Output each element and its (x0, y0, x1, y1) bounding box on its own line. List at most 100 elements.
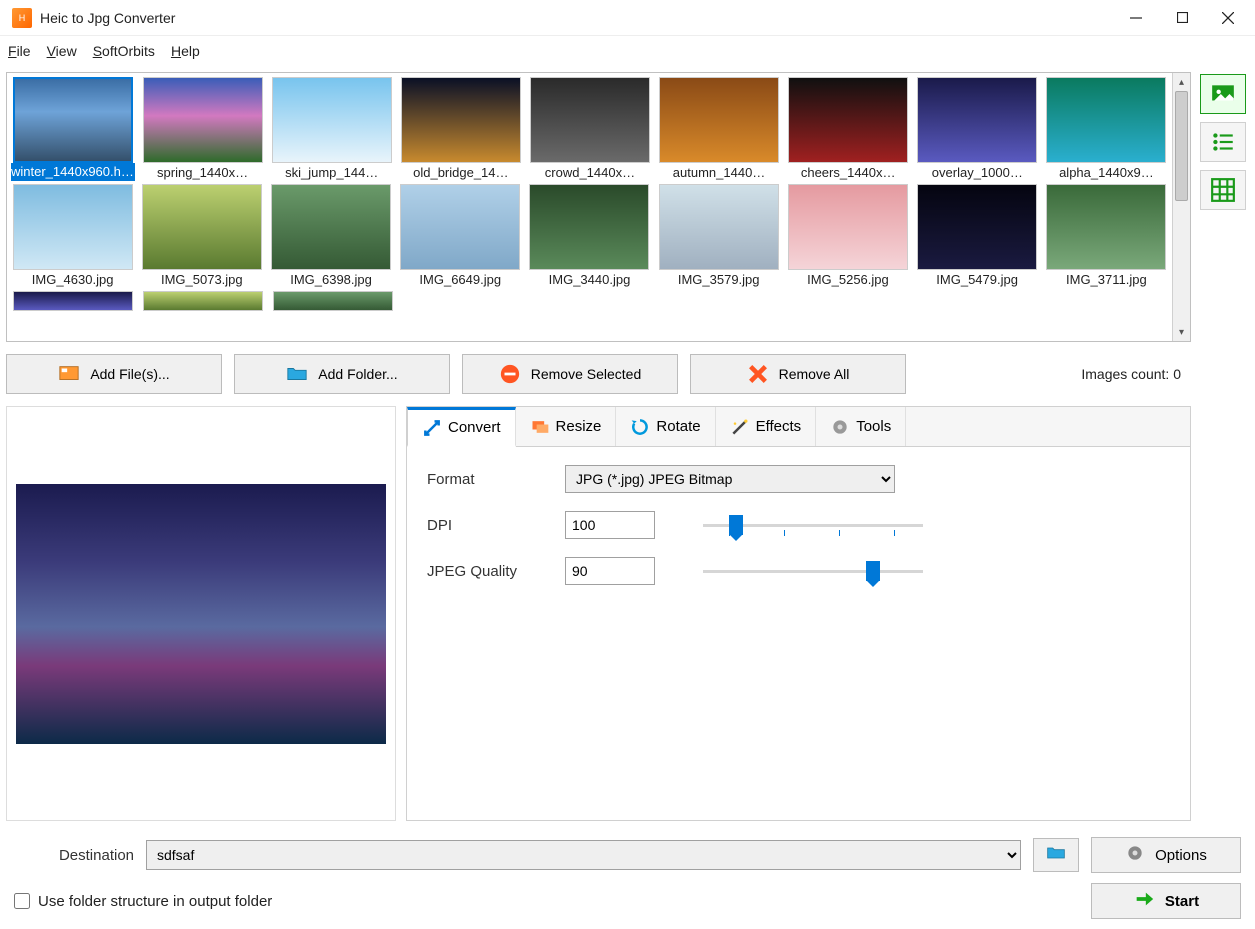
thumbnail-item[interactable]: overlay_1000… (916, 77, 1039, 182)
browse-destination-button[interactable] (1033, 838, 1079, 872)
thumbnail-image (272, 77, 392, 163)
destination-select[interactable]: sdfsaf (146, 840, 1021, 870)
view-list-button[interactable] (1200, 122, 1246, 162)
thumbnail-image (788, 77, 908, 163)
thumbnail-item[interactable] (11, 291, 135, 311)
add-files-icon (58, 363, 80, 385)
rotate-icon (630, 417, 650, 437)
thumbnail-image (142, 184, 262, 270)
thumbnail-label: winter_1440x960.heic (11, 163, 135, 181)
view-toolbar (1197, 72, 1249, 821)
thumbnail-label: ski_jump_144… (270, 163, 393, 182)
thumbnail-item[interactable] (271, 291, 395, 311)
use-folder-structure-label: Use folder structure in output folder (38, 893, 272, 910)
thumbnail-label: IMG_5256.jpg (786, 270, 909, 289)
add-folder-label: Add Folder... (318, 366, 397, 382)
minimize-button[interactable] (1113, 0, 1159, 36)
start-button[interactable]: Start (1091, 883, 1241, 919)
thumbnail-item[interactable]: alpha_1440x9… (1045, 77, 1168, 182)
tab-convert[interactable]: Convert (407, 407, 516, 447)
scrollbar-thumb[interactable] (1175, 91, 1188, 201)
quality-slider[interactable] (703, 559, 923, 583)
dpi-slider[interactable] (703, 513, 923, 537)
destination-label: Destination (14, 847, 134, 864)
remove-selected-label: Remove Selected (531, 366, 642, 382)
add-folder-button[interactable]: Add Folder... (234, 354, 450, 394)
dpi-input[interactable] (565, 511, 655, 539)
tab-tools[interactable]: Tools (816, 407, 906, 446)
thumbnail-item[interactable]: IMG_5073.jpg (140, 184, 263, 289)
app-icon: H (12, 8, 32, 28)
thumbnail-item[interactable]: IMG_3579.jpg (657, 184, 780, 289)
add-files-button[interactable]: Add File(s)... (6, 354, 222, 394)
thumbnail-item[interactable]: ski_jump_144… (270, 77, 393, 182)
thumbnail-item[interactable]: IMG_5479.jpg (916, 184, 1039, 289)
use-folder-structure-checkbox[interactable] (14, 893, 30, 909)
tab-resize[interactable]: Resize (516, 407, 617, 446)
thumbnail-label: spring_1440x… (141, 163, 264, 182)
thumbnail-item[interactable] (141, 291, 265, 311)
thumbnail-image (788, 184, 908, 270)
bottom-bar: Destination sdfsaf Options Use folder st… (0, 827, 1255, 929)
menu-view[interactable]: View (47, 43, 77, 59)
thumbnail-item[interactable]: IMG_6649.jpg (399, 184, 522, 289)
thumbnail-image (273, 291, 393, 311)
thumbnail-image (1046, 184, 1166, 270)
thumbnail-item[interactable]: IMG_4630.jpg (11, 184, 134, 289)
effects-icon (730, 417, 750, 437)
tab-resize-label: Resize (556, 418, 602, 435)
close-button[interactable] (1205, 0, 1251, 36)
options-label: Options (1155, 847, 1207, 864)
thumbnail-label: IMG_5073.jpg (140, 270, 263, 289)
thumbnail-item[interactable]: winter_1440x960.heic (11, 77, 135, 182)
dpi-slider-thumb[interactable] (729, 515, 743, 535)
thumbnail-label: IMG_6649.jpg (399, 270, 522, 289)
dpi-label: DPI (427, 517, 547, 534)
menu-file[interactable]: File (8, 43, 31, 59)
menu-help[interactable]: Help (171, 43, 200, 59)
tab-rotate[interactable]: Rotate (616, 407, 715, 446)
view-grid-button[interactable] (1200, 170, 1246, 210)
thumbnail-item[interactable]: IMG_3711.jpg (1045, 184, 1168, 289)
preview-panel (6, 406, 396, 821)
thumbnail-item[interactable]: IMG_6398.jpg (269, 184, 392, 289)
options-button[interactable]: Options (1091, 837, 1241, 873)
menu-softorbits[interactable]: SoftOrbits (93, 43, 155, 59)
scroll-up-arrow-icon[interactable]: ▴ (1173, 73, 1190, 91)
thumbnail-item[interactable]: old_bridge_14… (399, 77, 522, 182)
thumbnail-item[interactable]: spring_1440x… (141, 77, 264, 182)
thumbnail-image (143, 291, 263, 311)
remove-all-button[interactable]: Remove All (690, 354, 906, 394)
thumbnail-item[interactable]: IMG_3440.jpg (528, 184, 651, 289)
quality-slider-thumb[interactable] (866, 561, 880, 581)
thumbnail-image (13, 77, 133, 163)
tab-effects[interactable]: Effects (716, 407, 817, 446)
thumbnail-image (917, 77, 1037, 163)
thumbnail-item[interactable]: autumn_1440… (658, 77, 781, 182)
remove-selected-button[interactable]: Remove Selected (462, 354, 678, 394)
quality-label: JPEG Quality (427, 563, 547, 580)
thumbnail-label: old_bridge_14… (399, 163, 522, 182)
scroll-down-arrow-icon[interactable]: ▾ (1173, 323, 1190, 341)
thumbnail-item[interactable]: crowd_1440x… (528, 77, 651, 182)
thumbnail-label: IMG_3440.jpg (528, 270, 651, 289)
settings-tabs: Convert Resize Rotate Effects Tools (407, 407, 1190, 447)
folder-open-icon (1044, 843, 1068, 868)
remove-all-label: Remove All (779, 366, 850, 382)
thumbnail-image (13, 184, 133, 270)
thumbnail-item[interactable]: cheers_1440x… (787, 77, 910, 182)
quality-input[interactable] (565, 557, 655, 585)
images-count-label: Images count: 0 (1081, 366, 1191, 382)
thumbnail-label: IMG_3579.jpg (657, 270, 780, 289)
thumbnails-scrollbar[interactable]: ▴ ▾ (1172, 73, 1190, 341)
thumbnails-panel: winter_1440x960.heic spring_1440x… ski_jum… (6, 72, 1191, 342)
maximize-button[interactable] (1159, 0, 1205, 36)
remove-selected-icon (499, 363, 521, 385)
format-select[interactable]: JPG (*.jpg) JPEG Bitmap (565, 465, 895, 493)
thumbnail-image (143, 77, 263, 163)
thumbnail-item[interactable]: IMG_5256.jpg (786, 184, 909, 289)
view-thumbnails-button[interactable] (1200, 74, 1246, 114)
thumbnails-scroll-area[interactable]: winter_1440x960.heic spring_1440x… ski_jum… (7, 73, 1172, 341)
convert-icon (422, 418, 442, 438)
tab-effects-label: Effects (756, 418, 802, 435)
